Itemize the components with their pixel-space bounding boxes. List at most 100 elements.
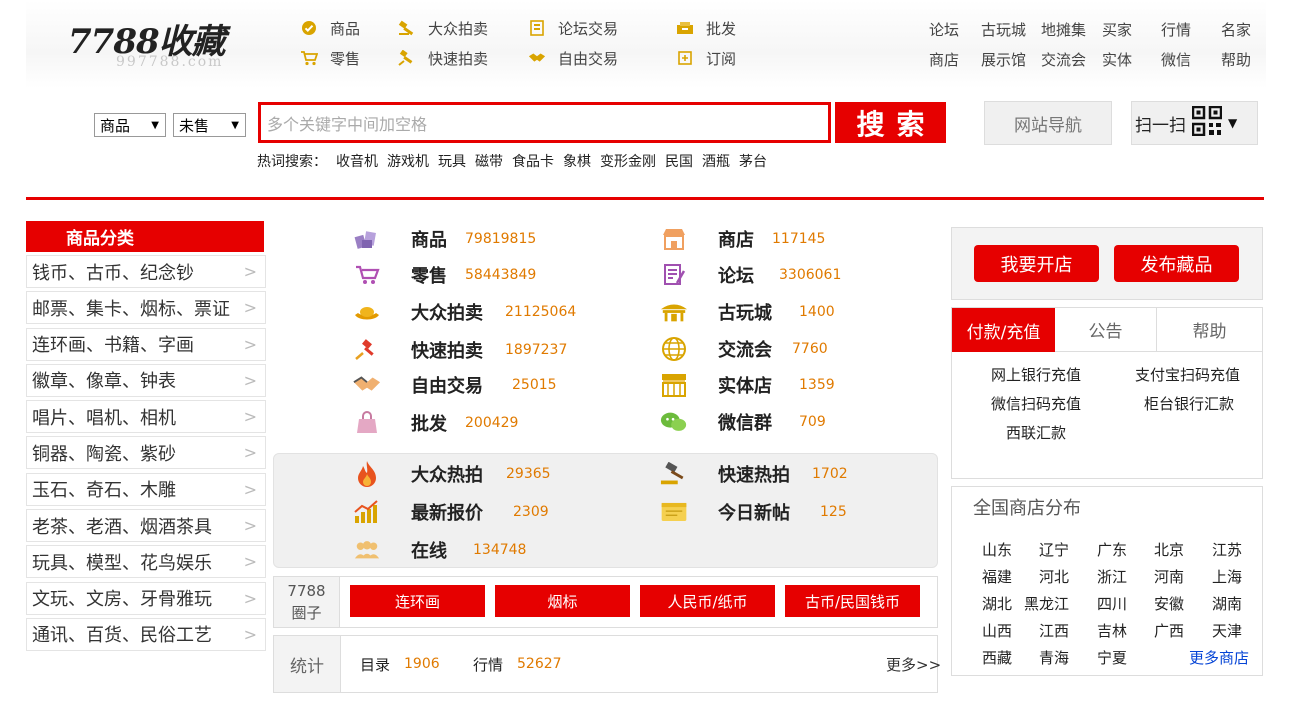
hot-keyword[interactable]: 收音机 — [336, 151, 378, 171]
payment-western-union[interactable]: 西联汇款 — [1006, 422, 1066, 443]
category-item[interactable]: 唱片、唱机、相机 > — [26, 400, 266, 434]
stat-forum[interactable]: 论坛 3306061 — [660, 262, 841, 288]
circle-button-comics[interactable]: 连环画 — [350, 585, 485, 617]
stat-auction[interactable]: 大众拍卖 21125064 — [353, 299, 576, 325]
stat-physical-store[interactable]: 实体店 1359 — [660, 372, 835, 398]
rightnav-forum[interactable]: 论坛 — [929, 19, 959, 40]
hotstat-fast-auction[interactable]: 快速热拍 1702 — [660, 461, 848, 487]
rightnav-wechat[interactable]: 微信 — [1161, 49, 1191, 70]
stat-goods[interactable]: 商品 79819815 — [353, 226, 536, 252]
category-item[interactable]: 连环画、书籍、字画 > — [26, 327, 266, 361]
category-item[interactable]: 文玩、文房、牙骨雅玩 > — [26, 581, 266, 615]
category-item[interactable]: 通讯、百货、民俗工艺 > — [26, 617, 266, 651]
topnav-free-trade[interactable]: 自由交易 — [528, 47, 618, 69]
payment-counter-transfer[interactable]: 柜台银行汇款 — [1144, 393, 1234, 414]
province-link[interactable]: 广东 — [1097, 539, 1127, 560]
stat-exchange[interactable]: 交流会 7760 — [660, 336, 828, 362]
category-item[interactable]: 邮票、集卡、烟标、票证 > — [26, 291, 266, 325]
province-link[interactable]: 辽宁 — [1039, 539, 1069, 560]
category-item[interactable]: 玩具、模型、花鸟娱乐 > — [26, 545, 266, 579]
publish-item-button[interactable]: 发布藏品 — [1114, 245, 1239, 282]
hot-keyword[interactable]: 茅台 — [739, 151, 767, 171]
statistics-market-link[interactable]: 行情 — [473, 654, 503, 675]
rightnav-shop[interactable]: 商店 — [929, 49, 959, 70]
hotstat-auction[interactable]: 大众热拍 29365 — [353, 461, 551, 487]
province-link[interactable]: 湖北 — [982, 593, 1012, 614]
hot-keyword[interactable]: 酒瓶 — [702, 151, 730, 171]
hot-keyword[interactable]: 磁带 — [475, 151, 503, 171]
province-link[interactable]: 河北 — [1039, 566, 1069, 587]
hot-keyword[interactable]: 民国 — [665, 151, 693, 171]
search-button[interactable]: 搜索 — [835, 102, 946, 143]
topnav-subscribe[interactable]: 订阅 — [676, 47, 736, 69]
province-link[interactable]: 宁夏 — [1097, 647, 1127, 668]
rightnav-exchange[interactable]: 交流会 — [1041, 49, 1086, 70]
category-item[interactable]: 徽章、像章、钟表 > — [26, 363, 266, 397]
province-link[interactable]: 江西 — [1039, 620, 1069, 641]
hotstat-latest-quote[interactable]: 最新报价 2309 — [353, 499, 549, 525]
rightnav-physical[interactable]: 实体 — [1102, 49, 1132, 70]
scan-button[interactable]: 扫一扫 ▼ — [1131, 101, 1258, 145]
stat-fast-auction[interactable]: 快速拍卖 1897237 — [353, 337, 567, 363]
payment-alipay-qr[interactable]: 支付宝扫码充值 — [1135, 364, 1240, 385]
province-link[interactable]: 黑龙江 — [1024, 593, 1069, 614]
rightnav-exhibition[interactable]: 展示馆 — [981, 49, 1026, 70]
tab-help[interactable]: 帮助 — [1157, 308, 1262, 352]
province-link[interactable]: 天津 — [1212, 620, 1242, 641]
stat-retail[interactable]: 零售 58443849 — [353, 262, 536, 288]
open-shop-button[interactable]: 我要开店 — [974, 245, 1099, 282]
topnav-fast-auction[interactable]: 快速拍卖 — [398, 47, 488, 69]
province-link[interactable]: 江苏 — [1212, 539, 1242, 560]
stat-antique-city[interactable]: 古玩城 1400 — [660, 299, 835, 325]
category-item[interactable]: 玉石、奇石、木雕 > — [26, 472, 266, 506]
topnav-auction[interactable]: 大众拍卖 — [398, 17, 488, 39]
province-link[interactable]: 青海 — [1039, 647, 1069, 668]
hot-keyword[interactable]: 玩具 — [438, 151, 466, 171]
status-select[interactable]: 未售 ▼ — [173, 113, 246, 137]
category-item[interactable]: 铜器、陶瓷、紫砂 > — [26, 436, 266, 470]
payment-wechat-qr[interactable]: 微信扫码充值 — [991, 393, 1081, 414]
province-link[interactable]: 山东 — [982, 539, 1012, 560]
stat-free-trade[interactable]: 自由交易 25015 — [353, 372, 557, 398]
province-link[interactable]: 湖南 — [1212, 593, 1242, 614]
category-item[interactable]: 钱币、古币、纪念钞 > — [26, 255, 266, 288]
hotstat-today-posts[interactable]: 今日新帖 125 — [660, 499, 847, 525]
hot-keyword[interactable]: 象棋 — [563, 151, 591, 171]
payment-online-bank[interactable]: 网上银行充值 — [991, 364, 1081, 385]
circle-button-ancient-coins[interactable]: 古币/民国钱币 — [785, 585, 920, 617]
tab-announcement[interactable]: 公告 — [1055, 308, 1157, 352]
topnav-wholesale[interactable]: 批发 — [676, 17, 736, 39]
rightnav-flea-market[interactable]: 地摊集 — [1041, 19, 1086, 40]
rightnav-buyer[interactable]: 买家 — [1102, 19, 1132, 40]
stat-shop[interactable]: 商店 117145 — [660, 226, 825, 252]
province-link[interactable]: 浙江 — [1097, 566, 1127, 587]
hotstat-online[interactable]: 在线 134748 — [353, 537, 526, 563]
category-item[interactable]: 老茶、老酒、烟酒茶具 > — [26, 509, 266, 543]
province-link[interactable]: 上海 — [1212, 566, 1242, 587]
province-link[interactable]: 广西 — [1154, 620, 1184, 641]
topnav-forum-trade[interactable]: 论坛交易 — [528, 17, 618, 39]
rightnav-help[interactable]: 帮助 — [1221, 49, 1251, 70]
hot-keyword[interactable]: 游戏机 — [387, 151, 429, 171]
province-link[interactable]: 西藏 — [982, 647, 1012, 668]
rightnav-masters[interactable]: 名家 — [1221, 19, 1251, 40]
statistics-catalog-link[interactable]: 目录 — [360, 654, 390, 675]
hot-keyword[interactable]: 变形金刚 — [600, 151, 656, 171]
rightnav-antique-city[interactable]: 古玩城 — [981, 19, 1026, 40]
site-nav-button[interactable]: 网站导航 — [984, 101, 1112, 145]
province-link[interactable]: 山西 — [982, 620, 1012, 641]
hot-keyword[interactable]: 食品卡 — [512, 151, 554, 171]
province-link[interactable]: 北京 — [1154, 539, 1184, 560]
province-link[interactable]: 安徽 — [1154, 593, 1184, 614]
tab-payment[interactable]: 付款/充值 — [952, 308, 1055, 352]
category-select[interactable]: 商品 ▼ — [94, 113, 166, 137]
circle-button-banknotes[interactable]: 人民币/纸币 — [640, 585, 775, 617]
more-shops-link[interactable]: 更多商店 — [1189, 647, 1249, 668]
search-input[interactable]: 多个关键字中间加空格 — [258, 102, 831, 143]
more-link[interactable]: 更多>> — [886, 654, 941, 675]
circle-button-cigarette-labels[interactable]: 烟标 — [495, 585, 630, 617]
stat-wholesale[interactable]: 批发 200429 — [353, 410, 518, 436]
stat-wechat-group[interactable]: 微信群 709 — [660, 409, 826, 435]
province-link[interactable]: 河南 — [1154, 566, 1184, 587]
province-link[interactable]: 四川 — [1097, 593, 1127, 614]
